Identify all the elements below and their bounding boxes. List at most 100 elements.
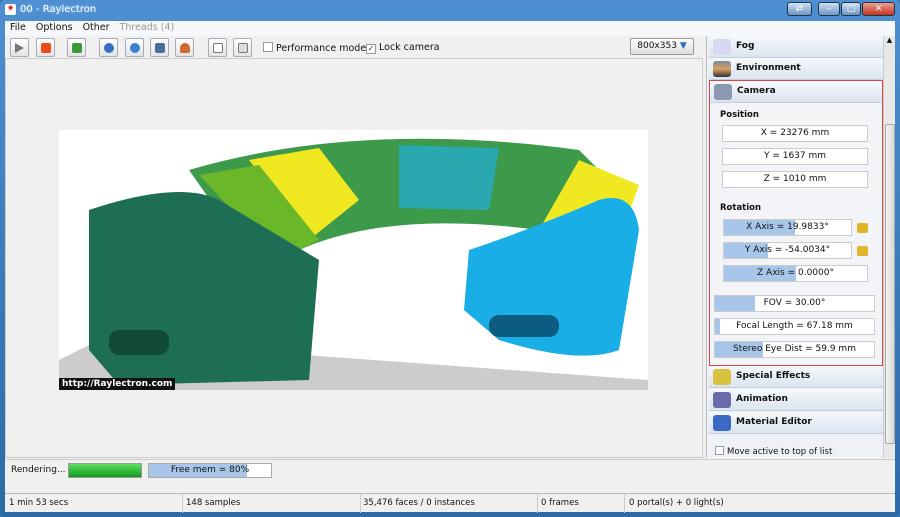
restore-button[interactable]: ⇄ bbox=[787, 2, 812, 16]
free-memory-bar: Free mem = 80% bbox=[148, 463, 272, 478]
render-time: 1 min 53 secs bbox=[9, 498, 69, 508]
performance-mode-checkbox[interactable]: Performance mode bbox=[263, 42, 366, 54]
slider-fill bbox=[715, 296, 755, 311]
portal-light-count: 0 portal(s) + 0 light(s) bbox=[629, 498, 724, 508]
section-special-effects[interactable]: Special Effects bbox=[709, 366, 883, 388]
section-label: Camera bbox=[737, 86, 776, 96]
section-camera[interactable]: Camera bbox=[710, 81, 882, 103]
section-label: Material Editor bbox=[736, 417, 812, 427]
menu-file[interactable]: File bbox=[5, 21, 31, 34]
window-tool-1-button[interactable] bbox=[208, 38, 227, 57]
rotation-x-slider[interactable]: X Axis = 19.9833° bbox=[723, 219, 852, 236]
material-editor-icon bbox=[713, 415, 731, 431]
animation-icon bbox=[713, 392, 731, 408]
section-animation[interactable]: Animation bbox=[709, 389, 883, 411]
free-memory-label: Free mem = 80% bbox=[170, 465, 250, 475]
special-effects-icon bbox=[713, 369, 731, 385]
camera-section: Camera Position X = 23276 mm Y = 1637 mm… bbox=[709, 80, 883, 366]
camera-move-icon bbox=[104, 43, 114, 53]
stereo-eye-dist-slider[interactable]: Stereo Eye Dist = 59.9 mm bbox=[714, 341, 875, 358]
slider-label: Stereo Eye Dist = 59.9 mm bbox=[733, 344, 856, 354]
move-active-checkbox[interactable]: Move active to top of list bbox=[715, 446, 832, 457]
window-title: 00 - Raylectron bbox=[20, 4, 97, 15]
camera-tool-2-button[interactable] bbox=[125, 38, 144, 57]
checkmark-icon: ✓ bbox=[366, 44, 376, 54]
position-x-field[interactable]: X = 23276 mm bbox=[722, 125, 868, 142]
stop-button[interactable] bbox=[36, 38, 55, 57]
lock-camera-label: Lock camera bbox=[379, 42, 440, 53]
rendered-sofa-image bbox=[59, 138, 648, 390]
zoom-extents-icon bbox=[155, 43, 165, 53]
slider-label: FOV = 30.00° bbox=[763, 298, 826, 308]
save-button[interactable] bbox=[67, 38, 86, 57]
fog-icon bbox=[713, 39, 731, 55]
maximize-button[interactable]: □ bbox=[841, 2, 861, 16]
scrollbar-thumb[interactable] bbox=[885, 124, 895, 444]
camera-pin-icon bbox=[130, 43, 140, 53]
performance-mode-label: Performance mode bbox=[276, 43, 367, 54]
section-fog[interactable]: Fog bbox=[709, 36, 883, 58]
section-label: Fog bbox=[736, 41, 755, 51]
close-button[interactable]: ✕ bbox=[862, 2, 895, 16]
zoom-extents-button[interactable] bbox=[150, 38, 169, 57]
unlock-icon[interactable] bbox=[857, 223, 868, 233]
resolution-dropdown[interactable]: 800x353 ▼ bbox=[630, 38, 694, 55]
camera-icon bbox=[714, 84, 732, 100]
section-label: Environment bbox=[736, 63, 801, 73]
face-count: 35,476 faces / 0 instances bbox=[363, 498, 475, 508]
position-y-field[interactable]: Y = 1637 mm bbox=[722, 148, 868, 165]
toolbar: Performance mode ✓ Lock camera 800x353 ▼ bbox=[5, 36, 703, 58]
window-icon bbox=[213, 43, 223, 53]
minimize-button[interactable]: – bbox=[818, 2, 840, 16]
sample-count: 148 samples bbox=[186, 498, 241, 508]
slider-label: Focal Length = 67.18 mm bbox=[736, 321, 853, 331]
person-icon bbox=[180, 43, 190, 53]
render-progress-bar bbox=[68, 463, 142, 478]
app-window: ✷ 00 - Raylectron ⇄ – □ ✕ File Options Oth… bbox=[0, 0, 900, 517]
camera-tool-1-button[interactable] bbox=[99, 38, 118, 57]
slider-label: X Axis = 19.9833° bbox=[746, 222, 829, 232]
lock-camera-checkbox[interactable]: ✓ Lock camera bbox=[366, 42, 440, 54]
rotation-y-slider[interactable]: Y Axis = -54.0034° bbox=[723, 242, 852, 259]
window-tool-2-button[interactable] bbox=[233, 38, 252, 57]
section-material-editor[interactable]: Material Editor bbox=[709, 412, 883, 434]
title-bar: ✷ 00 - Raylectron ⇄ – □ ✕ bbox=[0, 0, 900, 20]
scroll-up-icon[interactable]: ▲ bbox=[884, 36, 895, 44]
status-bar: 1 min 53 secs 148 samples 35,476 faces /… bbox=[5, 493, 895, 513]
save-icon bbox=[72, 43, 82, 53]
slider-fill bbox=[715, 319, 720, 334]
rotation-heading: Rotation bbox=[720, 203, 762, 213]
slider-label: Z Axis = 0.0000° bbox=[757, 268, 834, 278]
chevron-down-icon: ▼ bbox=[679, 41, 687, 51]
render-image: http://Raylectron.com bbox=[59, 130, 648, 390]
section-label: Animation bbox=[736, 394, 788, 404]
play-button[interactable] bbox=[10, 38, 29, 57]
section-label: Special Effects bbox=[736, 371, 811, 381]
render-viewport[interactable]: http://Raylectron.com bbox=[5, 58, 703, 458]
play-icon bbox=[15, 43, 24, 53]
windows-icon bbox=[238, 43, 248, 53]
resolution-value: 800x353 bbox=[637, 41, 677, 51]
unlock-icon[interactable] bbox=[857, 246, 868, 256]
frame-count: 0 frames bbox=[541, 498, 579, 508]
focal-length-slider[interactable]: Focal Length = 67.18 mm bbox=[714, 318, 875, 335]
slider-label: Y Axis = -54.0034° bbox=[744, 245, 831, 255]
environment-icon bbox=[713, 61, 731, 77]
menu-threads[interactable]: Threads (4) bbox=[115, 21, 180, 34]
panel-scrollbar[interactable]: ▲ bbox=[883, 36, 895, 458]
move-active-label: Move active to top of list bbox=[727, 447, 833, 457]
menu-other[interactable]: Other bbox=[78, 21, 115, 34]
stop-icon bbox=[41, 43, 51, 53]
section-environment[interactable]: Environment bbox=[709, 58, 883, 80]
fov-slider[interactable]: FOV = 30.00° bbox=[714, 295, 875, 312]
checkbox-icon bbox=[715, 446, 724, 455]
user-button[interactable] bbox=[175, 38, 194, 57]
position-z-field[interactable]: Z = 1010 mm bbox=[722, 171, 868, 188]
properties-panel: Fog Environment Camera Position X = 2327… bbox=[706, 36, 895, 458]
rotation-z-slider[interactable]: Z Axis = 0.0000° bbox=[723, 265, 868, 282]
watermark-text: http://Raylectron.com bbox=[59, 378, 176, 390]
rendering-label: Rendering... bbox=[11, 465, 66, 475]
menu-options[interactable]: Options bbox=[31, 21, 78, 34]
progress-fill bbox=[69, 464, 141, 477]
app-icon: ✷ bbox=[5, 4, 16, 15]
